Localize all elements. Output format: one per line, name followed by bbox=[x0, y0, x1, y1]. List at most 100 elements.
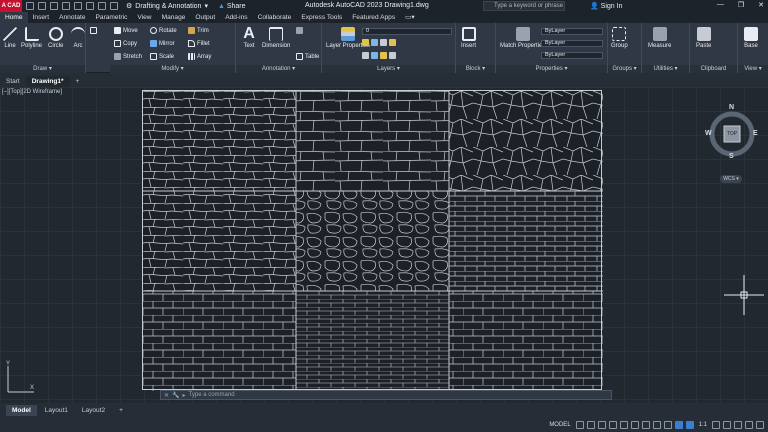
pattern-cell-9[interactable] bbox=[449, 291, 603, 391]
match-properties-button[interactable]: Match Properties bbox=[500, 27, 545, 49]
annotation-scale[interactable]: 1:1 bbox=[697, 422, 709, 428]
copy-button[interactable]: Copy bbox=[114, 40, 137, 47]
layer-tools-row2[interactable] bbox=[362, 52, 396, 59]
text-button[interactable]: A Text bbox=[242, 26, 256, 50]
circle-button[interactable]: Circle bbox=[48, 27, 63, 49]
command-line[interactable]: ✕ 🔧 ▸ Type a command bbox=[160, 390, 612, 400]
viewcube-south[interactable]: S bbox=[729, 153, 734, 160]
mirror-button[interactable]: Mirror bbox=[150, 40, 175, 47]
minimize-button[interactable]: — bbox=[717, 1, 724, 9]
viewcube-west[interactable]: W bbox=[705, 130, 712, 137]
pattern-cell-5[interactable] bbox=[296, 191, 449, 291]
isolate-objects-icon[interactable] bbox=[734, 420, 742, 429]
base-button[interactable]: Base bbox=[744, 27, 758, 49]
ribbon-minimize-button[interactable]: ▭▾ bbox=[400, 12, 420, 23]
pattern-cell-2[interactable] bbox=[296, 91, 449, 191]
panel-title-draw[interactable]: Draw ▾ bbox=[0, 65, 85, 73]
pattern-cell-6[interactable] bbox=[449, 191, 603, 291]
tab-express-tools[interactable]: Express Tools bbox=[296, 12, 347, 23]
panel-title-clipboard[interactable]: Clipboard bbox=[690, 65, 737, 73]
tab-home[interactable]: Home bbox=[0, 12, 28, 23]
lineweight-icon[interactable] bbox=[641, 420, 650, 429]
panel-title-block[interactable]: Block ▾ bbox=[456, 65, 495, 73]
layer-tools-row1[interactable] bbox=[362, 39, 396, 46]
save-icon[interactable] bbox=[50, 2, 58, 10]
move-button[interactable]: Move bbox=[114, 27, 138, 34]
tab-drawing1[interactable]: Drawing1* bbox=[25, 76, 70, 87]
array-button[interactable]: Array bbox=[188, 53, 211, 60]
tab-view[interactable]: View bbox=[132, 12, 156, 23]
pattern-cell-8[interactable] bbox=[296, 291, 449, 391]
add-layout-button[interactable]: + bbox=[113, 405, 129, 416]
lineweight-dropdown[interactable]: ByLayer bbox=[541, 52, 603, 59]
annotation-visibility-icon[interactable] bbox=[674, 420, 683, 429]
pattern-cell-4[interactable] bbox=[143, 191, 296, 291]
object-snap-icon[interactable] bbox=[630, 420, 639, 429]
rotate-button[interactable]: Rotate bbox=[150, 27, 177, 34]
panel-title-annotation[interactable]: Annotation ▾ bbox=[236, 65, 321, 73]
tab-start[interactable]: Start bbox=[0, 76, 26, 87]
leader-button[interactable] bbox=[296, 27, 303, 34]
viewcube-top-face[interactable]: TOP bbox=[725, 131, 739, 137]
tab-manage[interactable]: Manage bbox=[157, 12, 191, 23]
maximize-button[interactable]: ❐ bbox=[738, 1, 744, 9]
stretch-button[interactable]: Stretch bbox=[114, 53, 142, 60]
autoscale-icon[interactable] bbox=[685, 420, 694, 429]
panel-title-view[interactable]: View ▾ bbox=[738, 65, 768, 73]
pattern-cell-7[interactable] bbox=[143, 291, 296, 391]
tab-addins[interactable]: Add-ins bbox=[220, 12, 252, 23]
tab-collaborate[interactable]: Collaborate bbox=[253, 12, 297, 23]
pattern-cell-3[interactable] bbox=[449, 91, 603, 191]
tab-featured-apps[interactable]: Featured Apps bbox=[347, 12, 400, 23]
tab-model[interactable]: Model bbox=[6, 404, 37, 416]
group-button[interactable]: Group bbox=[611, 27, 628, 49]
panel-title-modify[interactable]: Modify ▾ bbox=[110, 65, 235, 73]
close-button[interactable]: ✕ bbox=[758, 1, 764, 9]
panel-title-layers[interactable]: Layers ▾ bbox=[322, 65, 455, 73]
wrench-icon[interactable]: 🔧 bbox=[172, 392, 179, 399]
wcs-menu[interactable]: WCS ▾ bbox=[720, 175, 742, 183]
linetype-dropdown[interactable]: ByLayer bbox=[541, 40, 603, 47]
table-button[interactable]: Table bbox=[296, 53, 319, 60]
search-input[interactable]: Type a keyword or phrase bbox=[483, 1, 565, 11]
viewcube[interactable]: N S W E TOP bbox=[705, 104, 759, 160]
trim-button[interactable]: Trim bbox=[188, 27, 209, 34]
transparency-icon[interactable] bbox=[652, 420, 661, 429]
pattern-cell-1[interactable] bbox=[143, 91, 296, 191]
viewcube-east[interactable]: E bbox=[753, 130, 758, 137]
ortho-icon[interactable] bbox=[597, 420, 606, 429]
print-icon[interactable] bbox=[86, 2, 94, 10]
tab-layout2[interactable]: Layout2 bbox=[76, 405, 111, 416]
undo-icon[interactable] bbox=[98, 2, 106, 10]
new-icon[interactable] bbox=[26, 2, 34, 10]
new-tab-button[interactable]: + bbox=[70, 76, 86, 87]
tab-layout1[interactable]: Layout1 bbox=[39, 405, 74, 416]
current-layer-dropdown[interactable]: 0 bbox=[362, 28, 452, 35]
fillet-button[interactable]: Fillet bbox=[188, 40, 210, 47]
workspace-switcher[interactable]: ⚙ Drafting & Annotation ▾ bbox=[126, 2, 208, 11]
panel-title-properties[interactable]: Properties ▾ bbox=[496, 65, 607, 73]
rectangle-button[interactable] bbox=[90, 27, 97, 34]
panel-title-groups[interactable]: Groups ▾ bbox=[608, 65, 641, 73]
dimension-button[interactable]: Dimension bbox=[262, 27, 290, 49]
paste-button[interactable]: Paste bbox=[696, 27, 711, 49]
viewcube-north[interactable]: N bbox=[729, 104, 734, 111]
command-input[interactable]: Type a command bbox=[189, 392, 235, 398]
model-space-toggle[interactable]: MODEL bbox=[547, 422, 572, 428]
grid-icon[interactable] bbox=[575, 420, 584, 429]
line-button[interactable]: Line bbox=[3, 27, 17, 49]
snap-icon[interactable] bbox=[586, 420, 595, 429]
isodraft-icon[interactable] bbox=[619, 420, 628, 429]
gear-icon[interactable] bbox=[712, 420, 720, 429]
redo-icon[interactable] bbox=[110, 2, 118, 10]
selection-cycling-icon[interactable] bbox=[663, 420, 672, 429]
clean-screen-icon[interactable] bbox=[745, 420, 753, 429]
sign-in-button[interactable]: 👤 Sign In bbox=[590, 2, 622, 10]
customization-icon[interactable] bbox=[756, 420, 764, 429]
color-dropdown[interactable]: ByLayer bbox=[541, 28, 603, 35]
tab-annotate[interactable]: Annotate bbox=[54, 12, 90, 23]
saveas-icon[interactable] bbox=[62, 2, 70, 10]
cloud-icon[interactable] bbox=[74, 2, 82, 10]
open-icon[interactable] bbox=[38, 2, 46, 10]
autocad-logo-icon[interactable]: A CAD bbox=[0, 0, 22, 12]
